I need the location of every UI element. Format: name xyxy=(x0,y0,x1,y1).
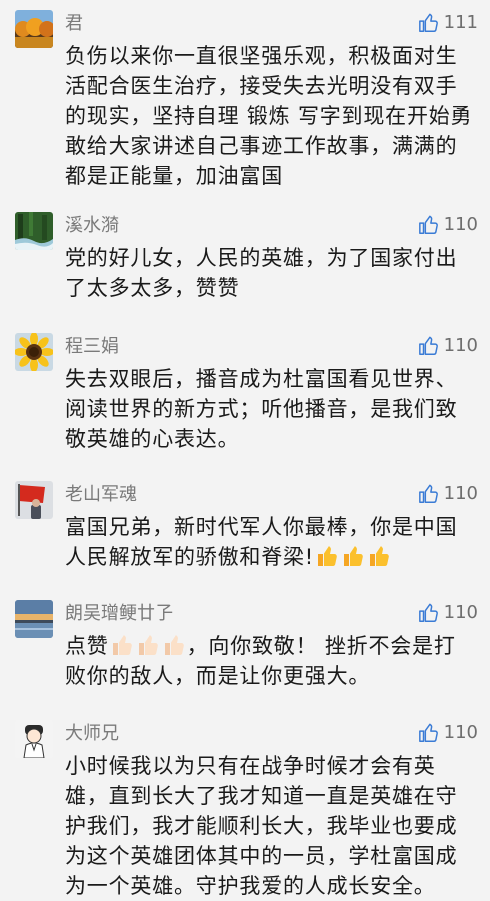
comment-line: 小时候我以为只有在战争时候才会有英 xyxy=(65,754,436,778)
username[interactable]: 大师兄 xyxy=(65,722,119,746)
comment-line-suffix: ，向你致敬！ 挫折不会是打 xyxy=(186,634,456,658)
comment-text: 失去双眼后，播音成为杜富国看见世界、 阅读世界的新方式；听他播音，是我们致 敬英… xyxy=(65,364,475,454)
thumbs-up-icon[interactable] xyxy=(418,335,440,357)
comment-text: 负伤以来你一直很坚强乐观，积极面对生 活配合医生治疗，接受失去光明没有双手 的现… xyxy=(65,41,475,191)
like-button[interactable]: 110 xyxy=(418,333,478,359)
comment-line: 为一个英雄。守护我爱的人成长安全。 xyxy=(65,874,436,898)
comment-line: 富国兄弟，新时代军人你最棒，你是中国 xyxy=(65,515,458,539)
comment-line-prefix: 点赞 xyxy=(65,634,109,658)
thumbs-up-light-emoji xyxy=(110,633,134,657)
comment-line: 雄，直到长大了我才知道一直是英雄在守 xyxy=(65,784,458,808)
username[interactable]: 君 xyxy=(65,12,83,36)
thumbs-up-emoji xyxy=(367,544,391,568)
like-count: 110 xyxy=(443,722,478,743)
comment-line: 了太多太多，赞赞 xyxy=(65,276,240,300)
username[interactable]: 朗吴璔鲠廿孒 xyxy=(65,602,173,626)
comment-text: 点赞 ，向你致敬！ 挫折不会是打 败你的敌人，而是让你更强大。 xyxy=(65,631,475,691)
comment-line: 失去双眼后，播音成为杜富国看见世界、 xyxy=(65,367,458,391)
comment-line: 党的好儿女，人民的英雄，为了国家付出 xyxy=(65,246,458,270)
thumbs-up-light-emoji xyxy=(162,633,186,657)
comment-line: 负伤以来你一直很坚强乐观，积极面对生 xyxy=(65,44,458,68)
comment-list: 君 111 负伤以来你一直很坚强乐观，积极面对生 活配合医生治疗，接受失去光明没… xyxy=(0,0,490,899)
comment-line: 敬英雄的心表达。 xyxy=(65,427,240,451)
username[interactable]: 溪水漪 xyxy=(65,214,119,238)
comment-line: 的现实，坚持自理 锻炼 写字到现在开始勇 xyxy=(65,104,473,128)
red-flag-avatar[interactable] xyxy=(15,481,53,519)
like-count: 110 xyxy=(443,483,478,504)
autumn-trees-avatar[interactable] xyxy=(15,10,53,48)
comment-text: 小时候我以为只有在战争时候才会有英 雄，直到长大了我才知道一直是英雄在守 护我们… xyxy=(65,751,475,901)
like-count: 110 xyxy=(443,602,478,623)
like-button[interactable]: 110 xyxy=(418,600,478,626)
like-count: 110 xyxy=(443,335,478,356)
thumbs-up-emoji xyxy=(341,544,365,568)
comment-line: 敢给大家讲述自己事迹工作故事，满满的 xyxy=(65,134,458,158)
like-button[interactable]: 110 xyxy=(418,212,478,238)
thumbs-up-icon[interactable] xyxy=(418,602,440,624)
comment-text: 富国兄弟，新时代军人你最棒，你是中国 人民解放军的骄傲和脊梁! xyxy=(65,512,475,572)
thumbs-up-icon[interactable] xyxy=(418,483,440,505)
comment-line: 败你的敌人，而是让你更强大。 xyxy=(65,664,371,688)
like-button[interactable]: 110 xyxy=(418,720,478,746)
thumbs-up-icon[interactable] xyxy=(418,722,440,744)
cartoon-person-avatar[interactable] xyxy=(15,720,53,758)
comment-line-text: 人民解放军的骄傲和脊梁! xyxy=(65,545,315,569)
username[interactable]: 程三娟 xyxy=(65,335,119,359)
comment-line: 点赞 ，向你致敬！ 挫折不会是打 xyxy=(65,631,475,661)
thumbs-up-icon[interactable] xyxy=(418,12,440,34)
like-button[interactable]: 111 xyxy=(418,10,478,36)
like-count: 111 xyxy=(443,12,478,33)
comment-line: 为这个英雄团体其中的一员，学杜富国成 xyxy=(65,844,458,868)
comment-line: 护我们，我才能顺利长大，我毕业也要成 xyxy=(65,814,458,838)
comment-line: 都是正能量，加油富国 xyxy=(65,164,283,188)
sunflower-avatar[interactable] xyxy=(15,333,53,371)
comment-line: 阅读世界的新方式；听他播音，是我们致 xyxy=(65,397,458,421)
forest-stream-avatar[interactable] xyxy=(15,212,53,250)
like-button[interactable]: 110 xyxy=(418,481,478,507)
lake-sunset-avatar[interactable] xyxy=(15,600,53,638)
thumbs-up-light-emoji xyxy=(136,633,160,657)
thumbs-up-icon[interactable] xyxy=(418,214,440,236)
comment-line: 人民解放军的骄傲和脊梁! xyxy=(65,542,475,572)
like-count: 110 xyxy=(443,214,478,235)
username[interactable]: 老山军魂 xyxy=(65,483,137,507)
thumbs-up-emoji xyxy=(315,544,339,568)
comment-line: 活配合医生治疗，接受失去光明没有双手 xyxy=(65,74,458,98)
comment-text: 党的好儿女，人民的英雄，为了国家付出 了太多太多，赞赞 xyxy=(65,243,475,303)
